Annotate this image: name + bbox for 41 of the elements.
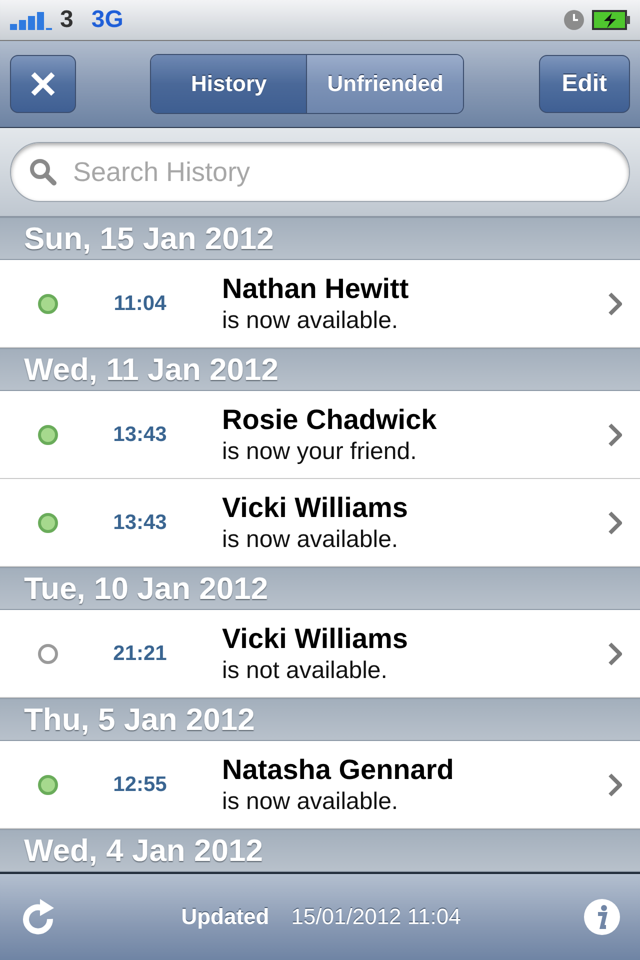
chevron-icon (608, 772, 622, 796)
chevron-icon (608, 292, 622, 316)
history-row[interactable]: 13:43 Rosie Chadwick is now your friend. (0, 391, 640, 479)
clock-icon (564, 10, 584, 30)
info-button[interactable] (584, 899, 620, 935)
info-icon (584, 899, 620, 935)
segment-tab[interactable]: History (151, 55, 308, 113)
close-button[interactable] (10, 55, 76, 113)
chevron-icon (608, 510, 622, 534)
friend-name: Nathan Hewitt (222, 272, 410, 304)
event-time: 13:43 (112, 422, 168, 446)
event-message: is now available. (222, 526, 400, 554)
event-message: is now your friend. (222, 438, 418, 466)
date-heading: Sun, 15 Jan 2012 (24, 220, 274, 256)
close-icon (30, 71, 56, 97)
friend-name: Vicki Williams (222, 622, 409, 654)
event-time: 11:04 (112, 292, 168, 316)
search-icon (29, 158, 57, 186)
friend-name: Natasha Gennard (222, 754, 455, 786)
event-time: 13:43 (112, 510, 168, 534)
search-field[interactable]: Search History (10, 142, 630, 202)
event-message: is now available. (222, 306, 400, 334)
chevron-icon (608, 422, 622, 446)
chevron-icon (608, 642, 622, 666)
date-heading: Tue, 10 Jan 2012 (24, 570, 268, 606)
friend-name: Rosie Chadwick (222, 404, 438, 436)
battery-icon (592, 10, 630, 30)
date-heading: Wed, 11 Jan 2012 (24, 352, 278, 388)
event-time: 21:21 (112, 642, 168, 666)
event-message: is now available. (222, 788, 400, 816)
signal-icon (10, 10, 52, 30)
friend-name: Vicki Williams (222, 492, 409, 524)
event-time: 12:55 (112, 772, 168, 796)
updated-label: Updated (181, 904, 270, 930)
event-message: is not available. (222, 656, 388, 684)
date-heading: Thu, 5 Jan 2012 (24, 702, 255, 738)
carrier-name: 3 (60, 6, 74, 34)
updated-timestamp: 15/01/2012 11:04 (291, 904, 461, 930)
date-heading: Wed, 4 Jan 2012 (24, 832, 263, 868)
network-type: 3G (91, 6, 124, 34)
edit-button[interactable]: Edit (538, 55, 630, 113)
